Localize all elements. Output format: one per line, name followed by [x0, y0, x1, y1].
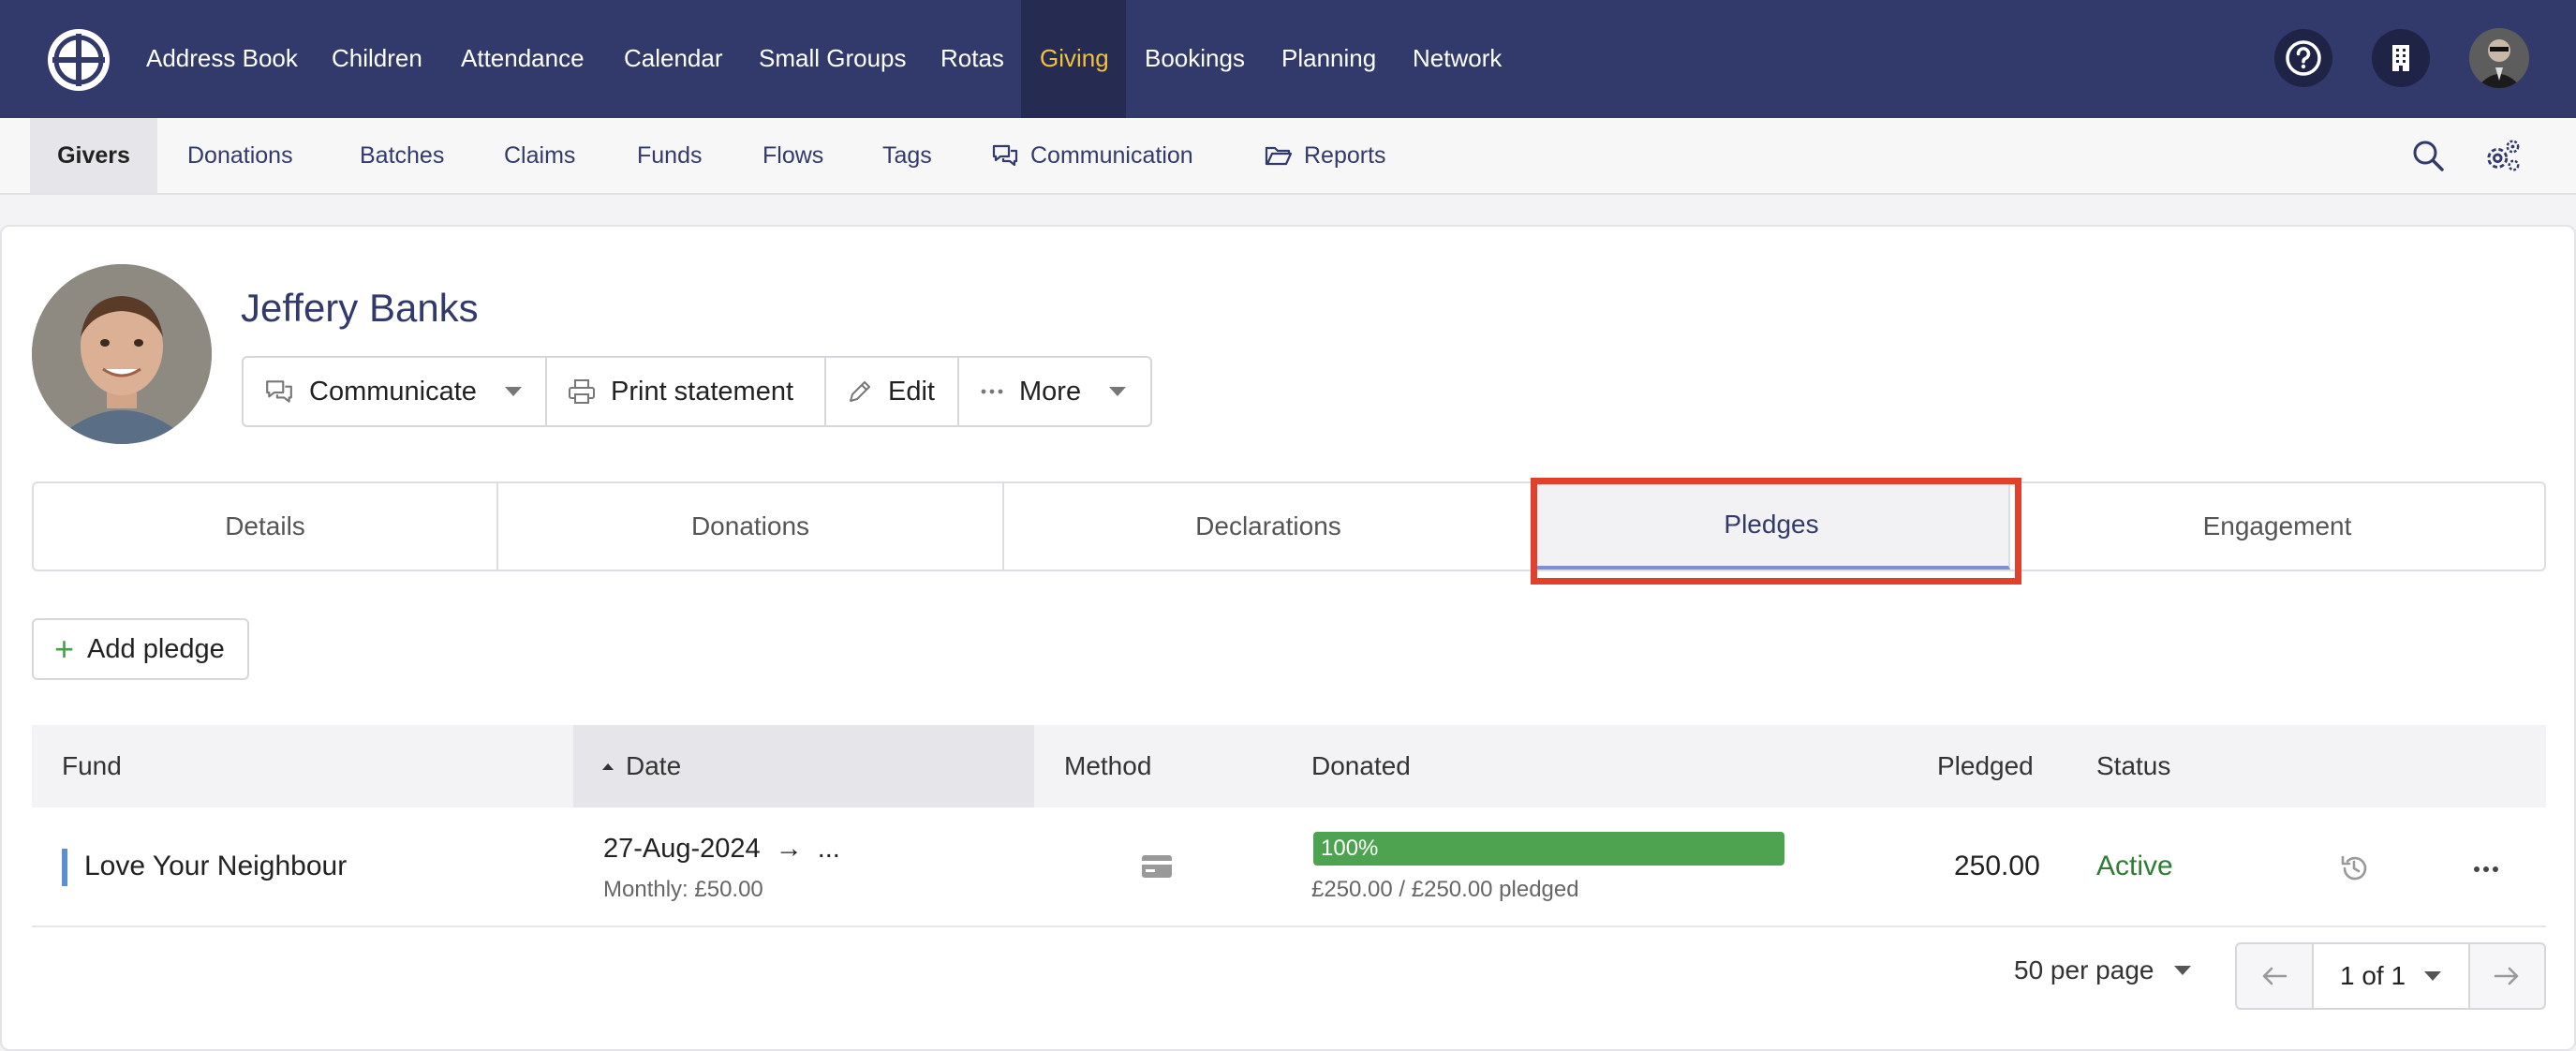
subnav-communication[interactable]: Communication	[991, 118, 1193, 193]
communicate-button[interactable]: Communicate	[244, 358, 547, 425]
tab-engagement[interactable]: Engagement	[2010, 483, 2544, 570]
subnav-givers[interactable]: Givers	[30, 118, 157, 193]
edit-label: Edit	[888, 376, 935, 407]
header-date-label: Date	[626, 751, 682, 780]
subnav-tags[interactable]: Tags	[882, 118, 932, 193]
progress-label: 100%	[1321, 836, 1379, 861]
history-icon[interactable]	[2338, 852, 2370, 889]
pledges-table-header: Fund Date Method Donated Pledged Status	[32, 725, 2546, 807]
folder-icon	[1265, 146, 1293, 166]
ellipsis-icon	[981, 389, 1003, 394]
arrow-left-icon	[2262, 967, 2287, 985]
plus-icon: +	[54, 629, 75, 668]
chevron-down-icon	[2174, 966, 2192, 975]
nav-network[interactable]: Network	[1413, 0, 1502, 118]
subnav-reports[interactable]: Reports	[1265, 118, 1386, 193]
add-pledge-button[interactable]: + Add pledge	[32, 618, 249, 680]
nav-giving[interactable]: Giving	[1021, 0, 1126, 118]
app-logo-icon[interactable]	[47, 28, 111, 92]
tab-donations[interactable]: Donations	[498, 483, 1004, 570]
profile-tabs: Details Donations Declarations Pledges E…	[32, 481, 2546, 571]
nav-calendar[interactable]: Calendar	[624, 0, 723, 118]
page-label: 1 of 1	[2339, 961, 2406, 990]
tab-declarations[interactable]: Declarations	[1004, 483, 1534, 570]
printer-icon	[569, 379, 595, 404]
prev-page-button[interactable]	[2237, 944, 2312, 1008]
pencil-icon	[850, 381, 870, 402]
subnav-reports-label: Reports	[1304, 142, 1386, 169]
sort-ascending-icon	[602, 763, 614, 770]
top-navigation: Address Book Children Attendance Calenda…	[0, 0, 2576, 118]
print-statement-label: Print statement	[611, 376, 794, 407]
more-label: More	[1019, 376, 1082, 407]
subnav-funds[interactable]: Funds	[637, 118, 702, 193]
status-badge: Active	[2096, 851, 2173, 881]
arrow-right-icon	[2494, 967, 2519, 985]
row-fund[interactable]: Love Your Neighbour	[84, 851, 347, 882]
chat-icon	[992, 144, 1018, 167]
building-icon[interactable]	[2372, 29, 2430, 87]
per-page-label: 50 per page	[2014, 955, 2154, 984]
giver-name: Jeffery Banks	[241, 286, 479, 330]
nav-planning[interactable]: Planning	[1281, 0, 1376, 118]
row-frequency: Monthly: £50.00	[603, 877, 763, 902]
credit-card-icon	[1141, 854, 1173, 883]
header-donated[interactable]: Donated	[1311, 725, 1411, 807]
nav-bookings[interactable]: Bookings	[1145, 0, 1245, 118]
subnav-flows[interactable]: Flows	[762, 118, 823, 193]
header-status[interactable]: Status	[2096, 725, 2170, 807]
header-fund[interactable]: Fund	[62, 725, 122, 807]
help-icon[interactable]	[2274, 29, 2332, 87]
nav-small-groups[interactable]: Small Groups	[759, 0, 907, 118]
chevron-down-icon	[1109, 387, 1127, 396]
settings-gears-icon[interactable]	[2484, 137, 2522, 174]
sub-navigation: Givers Donations Batches Claims Funds Fl…	[0, 118, 2576, 195]
header-method[interactable]: Method	[1064, 725, 1151, 807]
nav-rotas[interactable]: Rotas	[940, 0, 1004, 118]
subnav-claims[interactable]: Claims	[504, 118, 575, 193]
tab-pledges[interactable]: Pledges	[1534, 483, 2010, 570]
chat-icon	[266, 380, 292, 403]
next-page-button[interactable]	[2470, 944, 2545, 1008]
pagination: 1 of 1	[2235, 942, 2546, 1010]
chevron-down-icon	[2424, 971, 2442, 981]
page-select[interactable]: 1 of 1	[2311, 944, 2470, 1008]
row-donated-text: £250.00 / £250.00 pledged	[1311, 877, 1579, 902]
row-date: 27-Aug-2024 → ...	[603, 834, 840, 865]
subnav-communication-label: Communication	[1030, 142, 1193, 169]
subnav-batches[interactable]: Batches	[360, 118, 444, 193]
nav-attendance[interactable]: Attendance	[461, 0, 585, 118]
communicate-label: Communicate	[309, 376, 477, 407]
tab-details[interactable]: Details	[34, 483, 498, 570]
more-button[interactable]: More	[959, 358, 1150, 425]
arrow-right-icon: →	[775, 834, 803, 864]
user-avatar[interactable]	[2469, 28, 2529, 88]
add-pledge-label: Add pledge	[87, 633, 225, 664]
row-actions-icon[interactable]	[2473, 862, 2499, 879]
print-statement-button[interactable]: Print statement	[547, 358, 826, 425]
chevron-down-icon	[504, 387, 522, 396]
nav-children[interactable]: Children	[332, 0, 422, 118]
search-icon[interactable]	[2409, 137, 2447, 174]
donated-progress-bar: 100%	[1313, 832, 1784, 866]
row-date-start: 27-Aug-2024	[603, 834, 761, 864]
edit-button[interactable]: Edit	[826, 358, 959, 425]
per-page-select[interactable]: 50 per page	[2014, 955, 2192, 985]
row-pledged: 250.00	[1954, 851, 2040, 881]
header-pledged[interactable]: Pledged	[1937, 725, 2034, 807]
profile-photo	[32, 264, 212, 444]
nav-address-book[interactable]: Address Book	[146, 0, 298, 118]
header-date[interactable]: Date	[573, 725, 1034, 807]
subnav-donations[interactable]: Donations	[187, 118, 293, 193]
profile-actions: Communicate Print statement Edit More	[242, 356, 1152, 427]
fund-color-indicator	[62, 849, 67, 886]
row-date-end: ...	[817, 834, 840, 864]
